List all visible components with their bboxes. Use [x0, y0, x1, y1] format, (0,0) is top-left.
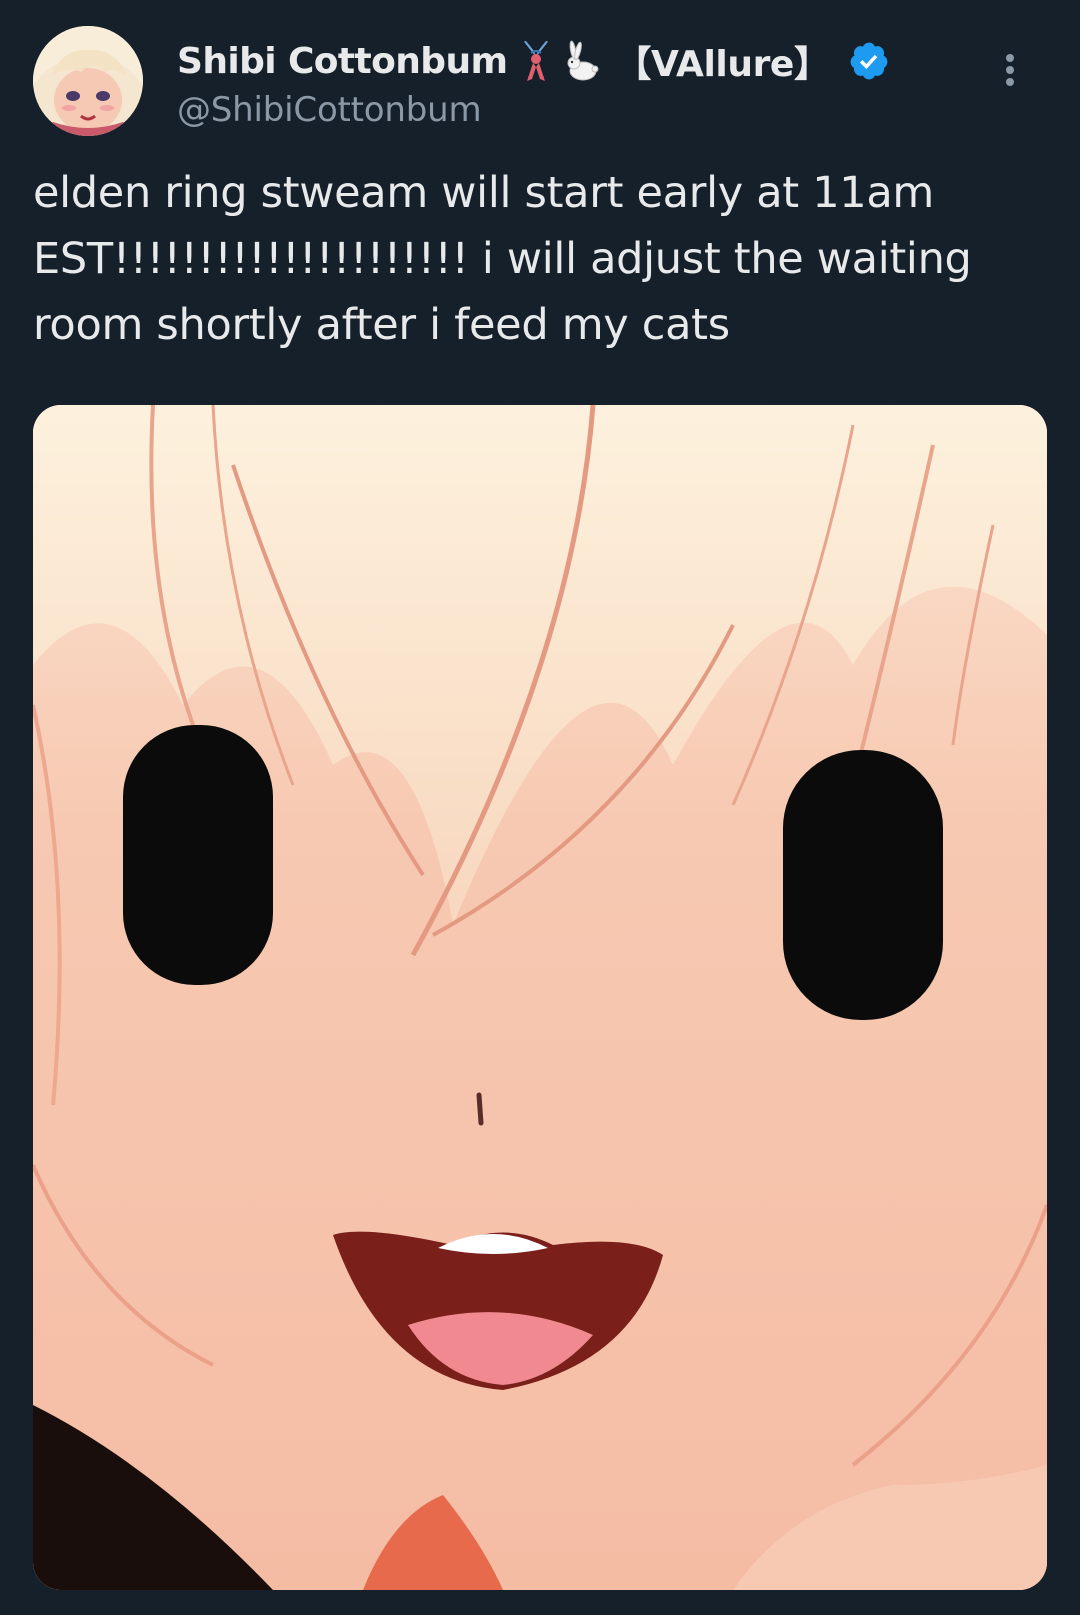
- name-tag: 【VAllure】: [615, 44, 830, 85]
- more-vertical-icon[interactable]: [995, 48, 1025, 92]
- anime-avatar-icon: [33, 26, 143, 136]
- display-name[interactable]: Shibi Cottonbum: [177, 41, 508, 82]
- tweet: Shibi Cottonbum 【VAllure】 @ShibiCottonbu…: [0, 0, 1080, 1615]
- author-info: Shibi Cottonbum 【VAllure】 @ShibiCottonbu…: [177, 32, 890, 130]
- avatar[interactable]: [33, 26, 143, 136]
- ribbon-emoji-icon: [519, 39, 553, 83]
- anime-face-image: [33, 405, 1047, 1590]
- tweet-image[interactable]: [33, 405, 1047, 1590]
- tweet-header: Shibi Cottonbum 【VAllure】 @ShibiCottonbu…: [33, 26, 1043, 138]
- tweet-text: elden ring stweam will start early at 11…: [33, 168, 972, 350]
- verified-badge-icon[interactable]: [848, 40, 890, 82]
- name-row: Shibi Cottonbum 【VAllure】: [177, 32, 890, 90]
- rabbit-emoji-icon: [565, 39, 599, 83]
- author-handle[interactable]: @ShibiCottonbum: [177, 90, 890, 130]
